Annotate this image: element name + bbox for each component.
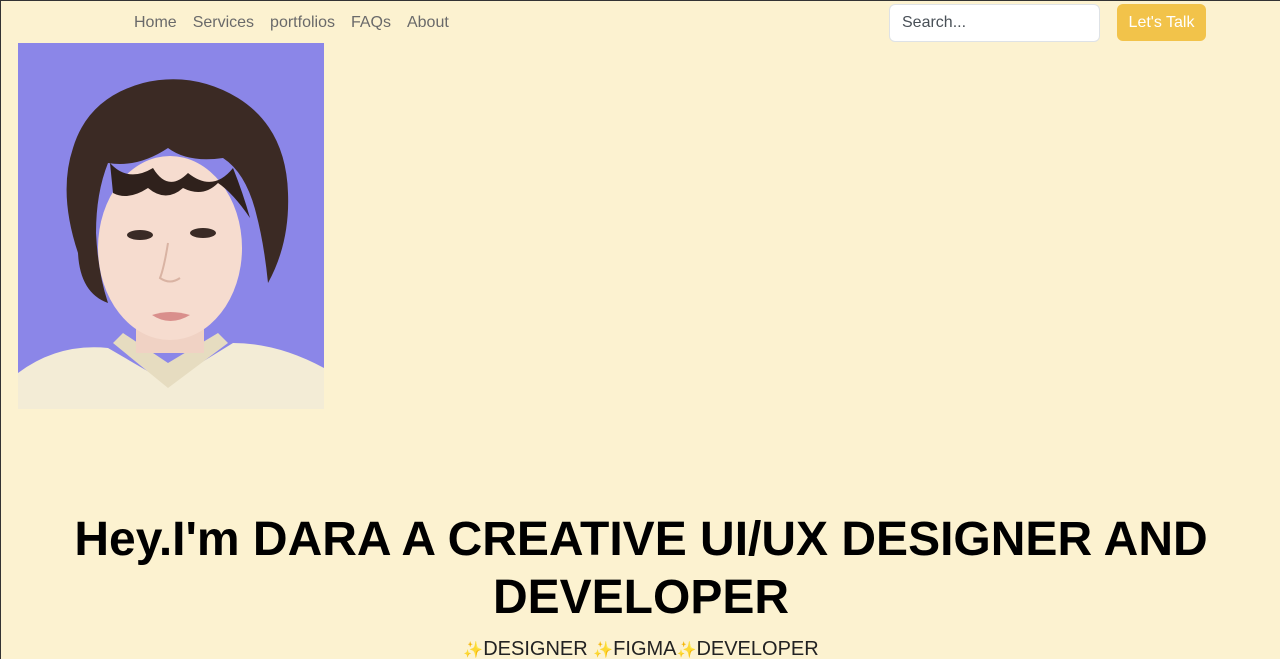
search-input[interactable] <box>889 4 1100 42</box>
lets-talk-button[interactable]: Let's Talk <box>1117 4 1206 41</box>
nav-link-portfolios[interactable]: portfolios <box>270 13 335 33</box>
portrait-illustration <box>18 43 324 409</box>
nav-link-faqs[interactable]: FAQs <box>351 13 391 33</box>
nav-links: Home Services portfolios FAQs About <box>134 13 465 33</box>
sparkle-icon: ✨ <box>463 642 484 659</box>
hero-title-line-2: DEVELOPER <box>492 571 790 624</box>
portrait-eye-left <box>127 230 153 240</box>
portrait-eye-right <box>190 228 216 238</box>
role-developer: DEVELOPER <box>696 638 819 659</box>
hero-title: Hey.I'm DARA A CREATIVE UI/UX DESIGNER A… <box>1 511 1280 627</box>
hero-roles: ✨DESIGNER ✨FIGMA✨DEVELOPER <box>1 637 1280 659</box>
role-designer: DESIGNER <box>483 638 588 659</box>
portrait-image <box>18 43 324 409</box>
sparkle-icon: ✨ <box>593 642 614 659</box>
navbar: Home Services portfolios FAQs About Let'… <box>1 1 1280 45</box>
nav-link-home[interactable]: Home <box>134 13 177 33</box>
hero-title-line-1: Hey.I'm DARA A CREATIVE UI/UX DESIGNER A… <box>74 513 1208 566</box>
role-figma: FIGMA <box>613 638 677 659</box>
nav-link-about[interactable]: About <box>407 13 449 33</box>
sparkle-icon: ✨ <box>676 642 697 659</box>
nav-link-services[interactable]: Services <box>193 13 254 33</box>
